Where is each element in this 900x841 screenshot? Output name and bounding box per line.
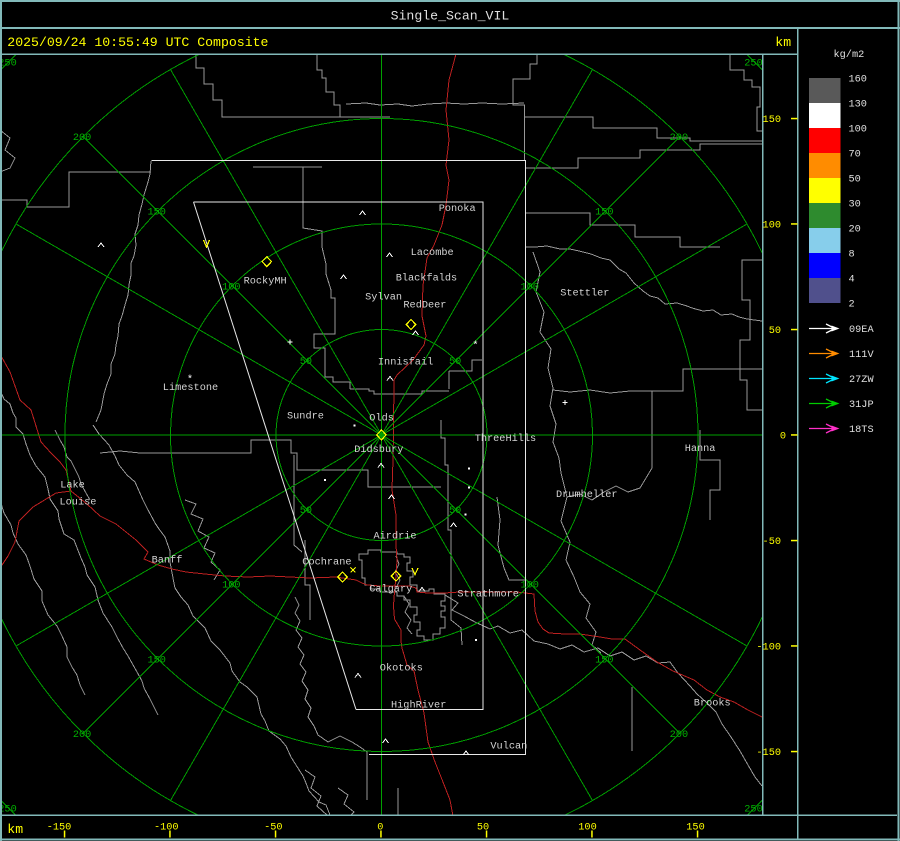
- svg-text:Olds: Olds: [369, 412, 394, 424]
- svg-text:100: 100: [222, 281, 240, 293]
- svg-text:ThreeHills: ThreeHills: [475, 433, 537, 445]
- svg-text:2025/09/24 10:55:49 UTC Compos: 2025/09/24 10:55:49 UTC Composite: [7, 35, 268, 50]
- svg-text:Lacombe: Lacombe: [411, 247, 454, 259]
- svg-text:31JP: 31JP: [849, 399, 874, 411]
- svg-text:RedDeer: RedDeer: [403, 300, 446, 312]
- svg-text:4: 4: [849, 274, 855, 286]
- svg-text:150: 150: [147, 207, 165, 219]
- svg-text:*: *: [187, 374, 193, 386]
- svg-text:Drumheller: Drumheller: [556, 489, 618, 501]
- svg-text:Hanna: Hanna: [685, 443, 716, 455]
- svg-text:Airdrie: Airdrie: [374, 531, 417, 543]
- svg-text:100: 100: [520, 281, 538, 293]
- svg-text:*: *: [472, 340, 478, 352]
- svg-text:Banff: Banff: [152, 555, 183, 567]
- svg-text:50: 50: [300, 505, 312, 517]
- svg-text:20: 20: [849, 224, 861, 236]
- svg-text:160: 160: [849, 74, 867, 86]
- svg-text:HighRiver: HighRiver: [391, 700, 446, 712]
- svg-text:Single_Scan_VIL: Single_Scan_VIL: [391, 9, 510, 24]
- svg-text:-50: -50: [264, 822, 282, 834]
- svg-text:km: km: [7, 822, 23, 837]
- svg-text:150: 150: [763, 114, 781, 126]
- svg-text:50: 50: [449, 356, 461, 368]
- svg-text:Sylvan: Sylvan: [365, 292, 402, 304]
- svg-text:50: 50: [769, 325, 781, 337]
- svg-text:150: 150: [147, 654, 165, 666]
- svg-text:0: 0: [780, 431, 786, 443]
- svg-text:200: 200: [73, 729, 91, 741]
- svg-text:Brooks: Brooks: [694, 698, 731, 710]
- svg-text:100: 100: [222, 580, 240, 592]
- svg-text:Vulcan: Vulcan: [490, 741, 527, 753]
- svg-text:111V: 111V: [849, 349, 874, 361]
- svg-text:100: 100: [520, 580, 538, 592]
- svg-text:km: km: [775, 35, 791, 50]
- svg-text:-100: -100: [756, 642, 781, 654]
- svg-text:100: 100: [578, 822, 596, 834]
- svg-text:Cochrane: Cochrane: [302, 557, 351, 569]
- svg-text:-50: -50: [763, 536, 781, 548]
- svg-text:Sundre: Sundre: [287, 411, 324, 423]
- svg-text:30: 30: [849, 199, 861, 211]
- svg-text:18TS: 18TS: [849, 424, 874, 436]
- svg-text:200: 200: [670, 132, 688, 144]
- svg-text:150: 150: [595, 207, 613, 219]
- svg-text:0: 0: [377, 822, 383, 834]
- svg-text:2: 2: [849, 299, 855, 311]
- svg-text:150: 150: [595, 654, 613, 666]
- svg-text:Innisfail: Innisfail: [378, 357, 433, 369]
- svg-text:50: 50: [477, 822, 489, 834]
- svg-text:250: 250: [0, 58, 17, 70]
- svg-text:Didsbury: Didsbury: [354, 444, 403, 456]
- svg-text:100: 100: [763, 220, 781, 232]
- svg-text:100: 100: [849, 124, 867, 136]
- svg-text:8: 8: [849, 249, 855, 261]
- svg-text:27ZW: 27ZW: [849, 374, 874, 386]
- svg-text:Okotoks: Okotoks: [380, 662, 423, 674]
- svg-text:70: 70: [849, 149, 861, 161]
- svg-text:200: 200: [73, 132, 91, 144]
- svg-text:250: 250: [0, 804, 17, 816]
- svg-text:Louise: Louise: [60, 497, 97, 509]
- svg-text:Lake: Lake: [60, 480, 85, 492]
- svg-text:09EA: 09EA: [849, 324, 874, 336]
- svg-text:-150: -150: [47, 822, 72, 834]
- svg-text:Ponoka: Ponoka: [439, 203, 476, 215]
- svg-text:150: 150: [686, 822, 704, 834]
- svg-text:50: 50: [449, 505, 461, 517]
- svg-text:250: 250: [744, 804, 762, 816]
- svg-text:Strathmore: Strathmore: [457, 589, 519, 601]
- svg-text:250: 250: [744, 58, 762, 70]
- svg-text:200: 200: [670, 729, 688, 741]
- svg-text:Stettler: Stettler: [560, 288, 609, 300]
- svg-text:-100: -100: [154, 822, 179, 834]
- svg-text:Calgary: Calgary: [369, 584, 412, 596]
- svg-text:Blackfalds: Blackfalds: [396, 273, 458, 285]
- svg-text:kg/m2: kg/m2: [834, 49, 865, 61]
- svg-text:RockyMH: RockyMH: [244, 276, 287, 288]
- svg-text:130: 130: [849, 99, 867, 111]
- svg-text:-150: -150: [756, 747, 781, 759]
- svg-text:50: 50: [849, 174, 861, 186]
- svg-text:50: 50: [300, 356, 312, 368]
